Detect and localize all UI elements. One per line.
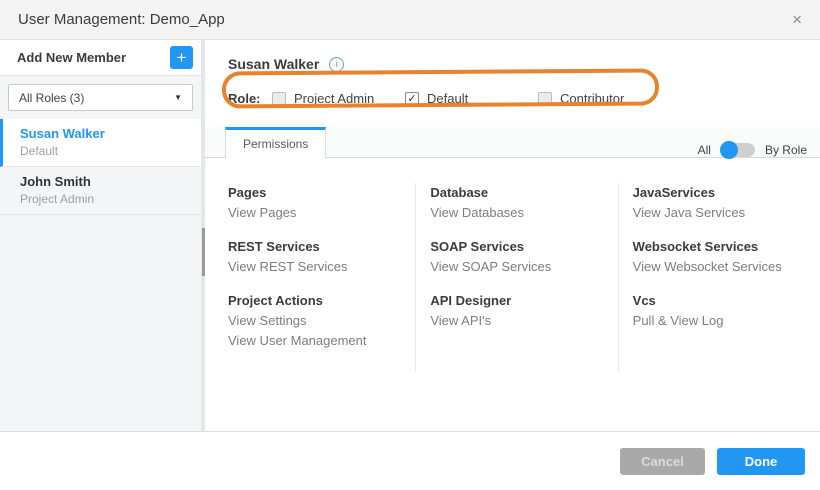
perm-item: View API's	[430, 311, 617, 331]
perm-group-pages: Pages View Pages	[228, 183, 415, 223]
close-icon[interactable]: ×	[792, 11, 802, 28]
toggle-byrole-label: By Role	[765, 143, 807, 157]
role-option-default: ✓ Default	[405, 91, 538, 106]
member-detail-name: Susan Walker	[228, 56, 319, 72]
dialog-body: Add New Member + All Roles (3) ▼ Susan W…	[0, 40, 820, 431]
member-role: Project Admin	[20, 192, 191, 206]
perm-item: View User Management	[228, 331, 415, 351]
role-option-label: Default	[427, 91, 468, 106]
toggle-all-label: All	[698, 143, 711, 157]
roles-filter-wrap: All Roles (3) ▼	[0, 76, 201, 119]
perm-group-title: Database	[430, 183, 617, 203]
perm-group-javaservices: JavaServices View Java Services	[633, 183, 820, 223]
dialog-footer: Cancel Done	[0, 431, 820, 490]
perm-item: View Databases	[430, 203, 617, 223]
perm-group-api-designer: API Designer View API's	[430, 291, 617, 331]
project-admin-checkbox[interactable]	[272, 92, 286, 106]
role-label: Role:	[228, 91, 272, 106]
role-option-label: Contributor	[560, 91, 624, 106]
cancel-button[interactable]: Cancel	[620, 448, 705, 475]
perm-group-title: Websocket Services	[633, 237, 820, 257]
perm-group-websocket-services: Websocket Services View Websocket Servic…	[633, 237, 820, 277]
roles-filter-value: All Roles (3)	[19, 91, 84, 105]
perm-group-title: SOAP Services	[430, 237, 617, 257]
add-member-label: Add New Member	[17, 50, 126, 65]
role-option-contributor: Contributor	[538, 91, 671, 106]
permissions-scope-toggle-group: All By Role	[698, 143, 820, 157]
perm-item: View Settings	[228, 311, 415, 331]
perm-group-soap-services: SOAP Services View SOAP Services	[430, 237, 617, 277]
member-item-john-smith[interactable]: John Smith Project Admin	[0, 167, 201, 215]
perm-group-title: Pages	[228, 183, 415, 203]
roles-filter-select[interactable]: All Roles (3) ▼	[8, 84, 193, 111]
dialog-header: User Management: Demo_App ×	[0, 0, 820, 40]
perm-group-title: Project Actions	[228, 291, 415, 311]
permissions-column-1: Pages View Pages REST Services View REST…	[205, 183, 415, 371]
tab-strip: Permissions All By Role	[205, 127, 820, 158]
done-button[interactable]: Done	[717, 448, 805, 475]
perm-item: View SOAP Services	[430, 257, 617, 277]
member-name: Susan Walker	[20, 126, 191, 141]
perm-item: View Websocket Services	[633, 257, 820, 277]
member-name: John Smith	[20, 174, 191, 189]
add-member-button[interactable]: +	[170, 46, 193, 69]
perm-item: Pull & View Log	[633, 311, 820, 331]
perm-group-vcs: Vcs Pull & View Log	[633, 291, 820, 331]
perm-group-title: REST Services	[228, 237, 415, 257]
info-icon[interactable]: i	[329, 57, 344, 72]
member-role: Default	[20, 144, 191, 158]
perm-group-project-actions: Project Actions View Settings View User …	[228, 291, 415, 351]
perm-group-rest-services: REST Services View REST Services	[228, 237, 415, 277]
role-option-label: Project Admin	[294, 91, 374, 106]
user-management-dialog: User Management: Demo_App × Add New Memb…	[0, 0, 820, 490]
default-checkbox[interactable]: ✓	[405, 92, 419, 106]
add-member-row: Add New Member +	[0, 40, 201, 76]
permissions-column-2: Database View Databases SOAP Services Vi…	[415, 183, 617, 371]
dialog-title: User Management: Demo_App	[18, 11, 225, 28]
chevron-down-icon: ▼	[174, 93, 182, 102]
member-detail-panel: Susan Walker i Role: Project Admin ✓ Def…	[205, 40, 820, 431]
permissions-column-3: JavaServices View Java Services Websocke…	[618, 183, 820, 371]
permissions-grid: Pages View Pages REST Services View REST…	[205, 183, 820, 371]
member-item-susan-walker[interactable]: Susan Walker Default	[0, 119, 201, 167]
toggle-knob	[720, 141, 738, 159]
perm-group-title: JavaServices	[633, 183, 820, 203]
contributor-checkbox[interactable]	[538, 92, 552, 106]
perm-item: View REST Services	[228, 257, 415, 277]
role-option-project-admin: Project Admin	[272, 91, 405, 106]
members-sidebar: Add New Member + All Roles (3) ▼ Susan W…	[0, 40, 205, 431]
perm-item: View Pages	[228, 203, 415, 223]
perm-group-title: API Designer	[430, 291, 617, 311]
perm-group-title: Vcs	[633, 291, 820, 311]
member-heading: Susan Walker i	[205, 40, 820, 72]
perm-group-database: Database View Databases	[430, 183, 617, 223]
perm-item: View Java Services	[633, 203, 820, 223]
all-byrole-toggle[interactable]	[721, 143, 755, 157]
tab-permissions[interactable]: Permissions	[225, 127, 326, 158]
role-row: Role: Project Admin ✓ Default Contributo…	[205, 72, 820, 106]
